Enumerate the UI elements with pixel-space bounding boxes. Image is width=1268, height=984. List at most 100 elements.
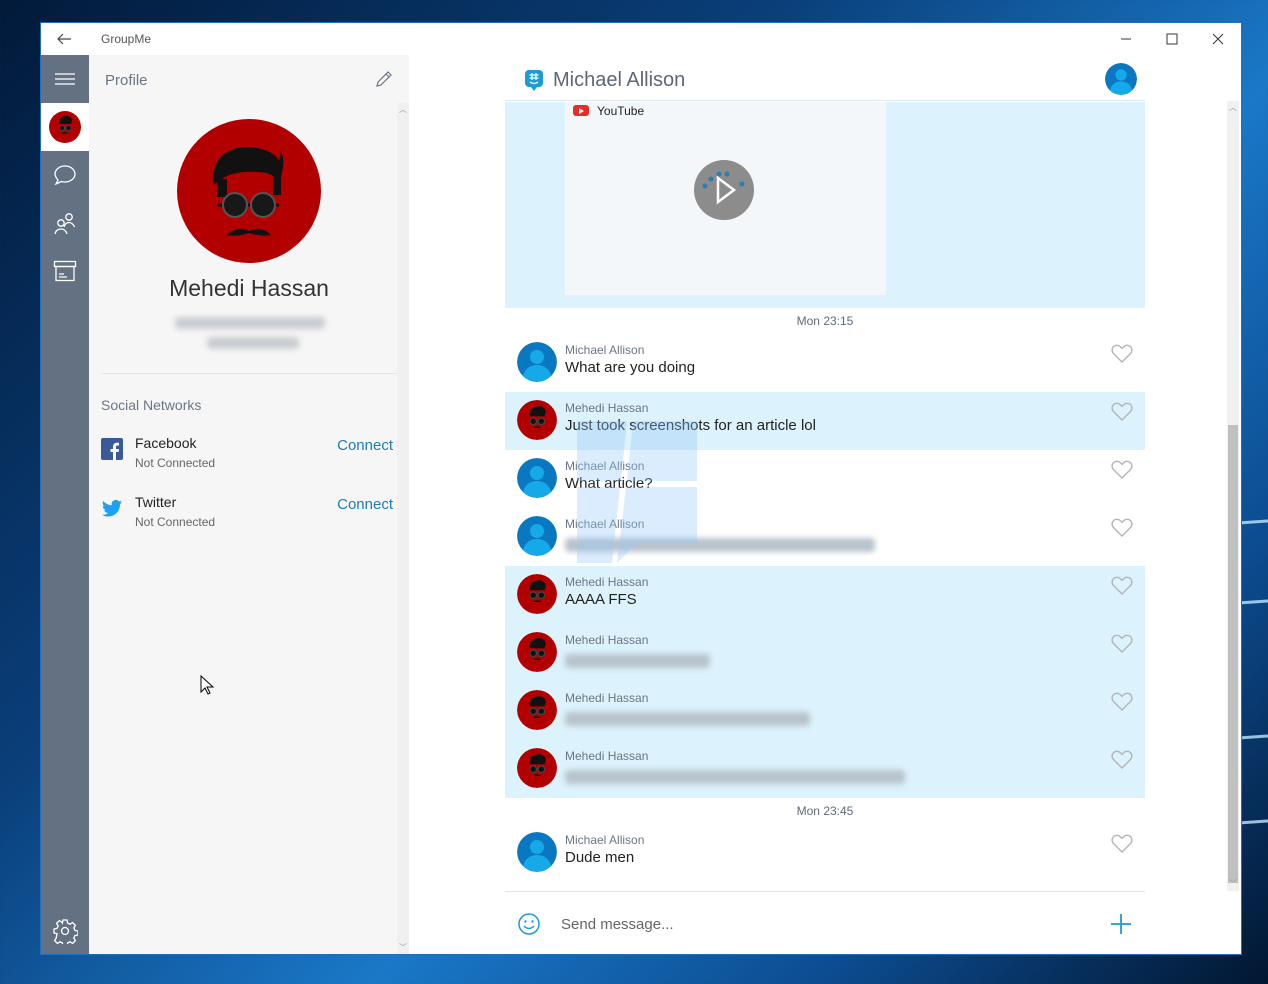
scroll-down-arrow[interactable]: ﹀ [1227, 879, 1239, 889]
hamburger-icon [55, 73, 75, 85]
message-input[interactable] [561, 910, 1081, 938]
sender-avatar[interactable] [517, 516, 557, 556]
social-status: Not Connected [135, 515, 216, 529]
profile-pane: Profile Mehedi Hassan Social Networks Fa… [89, 55, 409, 954]
avatar-illustration [212, 147, 284, 236]
message-row[interactable]: Mehedi Hassan [505, 624, 1145, 682]
message-row[interactable]: Michael Allison What article? [505, 450, 1145, 508]
message-row[interactable]: Michael Allison Dude men [505, 824, 1145, 882]
add-attachment-button[interactable] [1109, 912, 1133, 936]
message-sender: Michael Allison [565, 459, 645, 473]
maximize-icon [1166, 33, 1178, 45]
nav-item-contacts[interactable] [41, 199, 89, 247]
message-text-blurred [565, 770, 905, 784]
profile-header: Profile [105, 72, 148, 89]
profile-scrollbar[interactable]: ︿ ﹀ [397, 103, 409, 954]
minimize-icon [1121, 38, 1131, 40]
message-text-blurred [565, 712, 810, 726]
like-button[interactable] [1111, 576, 1133, 596]
message-row[interactable]: Michael Allison What are you doing [505, 334, 1145, 392]
groupme-logo-icon [525, 70, 543, 91]
chat-contact-avatar[interactable] [1105, 63, 1137, 95]
back-arrow-icon [57, 33, 71, 45]
heart-icon [1111, 518, 1133, 537]
facebook-icon [101, 438, 123, 460]
play-loading-icon [702, 171, 745, 205]
scrollbar-thumb[interactable] [1228, 425, 1238, 884]
sender-avatar[interactable] [517, 632, 557, 672]
message-text-blurred [565, 654, 710, 668]
profile-avatar [177, 119, 321, 263]
message-row[interactable]: Michael Allison [505, 508, 1145, 566]
heart-icon [1111, 402, 1133, 421]
sender-avatar[interactable] [517, 690, 557, 730]
play-button[interactable] [694, 160, 754, 220]
settings-button[interactable] [41, 907, 89, 954]
message-row[interactable]: Mehedi Hassan AAAA FFS [505, 566, 1145, 624]
youtube-card[interactable]: YouTube [565, 102, 886, 295]
plus-icon [1111, 914, 1131, 934]
chat-scrollbar[interactable]: ︿ ﹀ [1227, 101, 1239, 891]
close-button[interactable] [1195, 23, 1241, 55]
scroll-up-arrow[interactable]: ︿ [397, 105, 409, 115]
facebook-connect-link[interactable]: Connect [337, 437, 393, 454]
twitter-connect-link[interactable]: Connect [337, 496, 393, 513]
profile-phone-blurred [207, 337, 299, 349]
like-button[interactable] [1111, 460, 1133, 480]
sender-avatar[interactable] [517, 832, 557, 872]
user-silhouette-icon [517, 516, 557, 556]
like-button[interactable] [1111, 402, 1133, 422]
like-button[interactable] [1111, 344, 1133, 364]
mouse-cursor-icon [200, 675, 214, 695]
sender-avatar[interactable] [517, 458, 557, 498]
message-text-blurred [565, 538, 875, 552]
social-row-facebook: Facebook Not Connected Connect [101, 435, 397, 475]
heart-icon [1111, 344, 1133, 363]
avatar-illustration [517, 690, 557, 730]
youtube-attachment-row: YouTube [505, 102, 1145, 308]
like-button[interactable] [1111, 750, 1133, 770]
scroll-up-arrow[interactable]: ︿ [1227, 103, 1239, 113]
like-button[interactable] [1111, 518, 1133, 538]
message-sender: Mehedi Hassan [565, 691, 649, 705]
like-button[interactable] [1111, 634, 1133, 654]
edit-profile-button[interactable] [374, 69, 394, 89]
sender-avatar[interactable] [517, 342, 557, 382]
minimize-button[interactable] [1103, 23, 1149, 55]
avatar-illustration [517, 748, 557, 788]
message-row[interactable]: Mehedi Hassan [505, 740, 1145, 798]
social-name: Facebook [135, 435, 197, 451]
scroll-down-arrow[interactable]: ﹀ [397, 943, 409, 953]
profile-email-blurred [175, 317, 325, 329]
hamburger-menu-button[interactable] [41, 55, 89, 103]
message-sender: Michael Allison [565, 833, 645, 847]
message-sender: Mehedi Hassan [565, 401, 649, 415]
divider [101, 373, 397, 374]
message-text: Just took screenshots for an article lol [565, 417, 816, 434]
social-networks-title: Social Networks [101, 397, 202, 413]
gear-icon [53, 919, 78, 944]
nav-item-chats[interactable] [41, 151, 89, 199]
user-silhouette-icon [517, 342, 557, 382]
back-button[interactable] [55, 30, 73, 48]
user-silhouette-icon [1105, 63, 1137, 95]
sender-avatar[interactable] [517, 574, 557, 614]
nav-item-archive[interactable] [41, 247, 89, 295]
message-row[interactable]: Mehedi Hassan [505, 682, 1145, 740]
app-title: GroupMe [101, 32, 152, 46]
message-sender: Mehedi Hassan [565, 575, 649, 589]
message-row[interactable]: Mehedi Hassan Just took screenshots for a… [505, 392, 1145, 450]
like-button[interactable] [1111, 692, 1133, 712]
profile-name: Mehedi Hassan [169, 275, 329, 301]
user-silhouette-icon [517, 458, 557, 498]
emoji-button[interactable] [517, 912, 541, 936]
nav-item-profile[interactable] [41, 103, 89, 151]
sender-avatar[interactable] [517, 400, 557, 440]
sender-avatar[interactable] [517, 748, 557, 788]
heart-icon [1111, 692, 1133, 711]
like-button[interactable] [1111, 834, 1133, 854]
archive-icon [53, 260, 77, 282]
heart-icon [1111, 750, 1133, 769]
avatar-illustration [517, 632, 557, 672]
maximize-button[interactable] [1149, 23, 1195, 55]
